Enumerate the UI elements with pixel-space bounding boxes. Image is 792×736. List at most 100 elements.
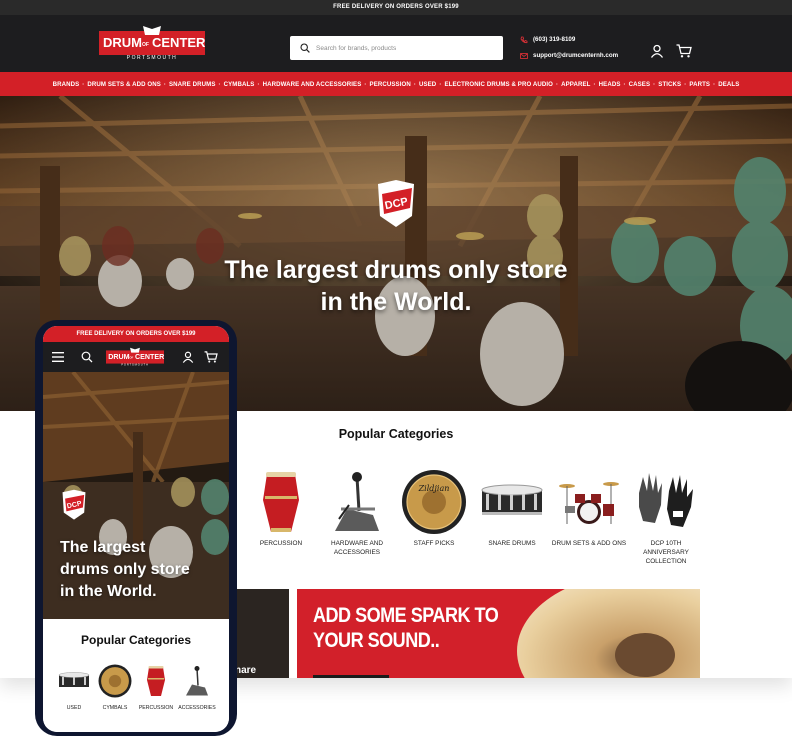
spark-promo-headline: ADD SOME SPARK TO YOUR SOUND..: [313, 603, 499, 653]
conga-icon: [263, 472, 299, 532]
mobile-category-label: PERCUSSION: [138, 705, 174, 711]
category-anniversary[interactable]: DCP 10TH ANNIVERSARY COLLECTION: [628, 467, 704, 566]
nav-separator: ·: [413, 80, 416, 88]
cart-icon[interactable]: [676, 44, 692, 58]
mobile-category-label: USED: [66, 705, 82, 711]
nav-separator: ·: [713, 80, 716, 88]
mobile-logo-center: CENTER: [135, 353, 164, 361]
nav-separator: ·: [218, 80, 221, 88]
nav-item-deals[interactable]: DEALS: [718, 81, 739, 88]
nav-item-percussion[interactable]: PERCUSSION: [370, 81, 411, 88]
mobile-category-accessories[interactable]: ACCESSORIES: [176, 663, 218, 711]
pedal-icon: [335, 472, 379, 531]
nav-item-apparel[interactable]: APPAREL: [561, 81, 590, 88]
logo-sub: PORTSMOUTH: [127, 55, 177, 61]
nav-item-sticks[interactable]: STICKS: [658, 81, 681, 88]
snare-icon: [481, 484, 543, 515]
nav-separator: ·: [684, 80, 687, 88]
spark-promo-banner[interactable]: ADD SOME SPARK TO YOUR SOUND..: [297, 589, 700, 678]
nav-separator: ·: [623, 80, 626, 88]
email-link[interactable]: support@drumcenternh.com: [520, 48, 618, 64]
mobile-hero-line3: in the World.: [60, 583, 157, 600]
category-hardware[interactable]: HARDWARE AND ACCESSORIES: [319, 467, 395, 557]
spark-line2: YOUR SOUND..: [313, 629, 440, 652]
gong-icon: [98, 664, 132, 698]
drum-center-logo[interactable]: DRUM OF CENTER PORTSMOUTH: [99, 25, 205, 61]
nav-item-cases[interactable]: CASES: [629, 81, 651, 88]
nav-separator: ·: [439, 80, 442, 88]
account-icon[interactable]: [650, 44, 664, 58]
logo-center: CENTER: [152, 35, 205, 50]
mobile-free-delivery-banner: FREE DELIVERY ON ORDERS OVER $199: [43, 326, 229, 342]
category-percussion[interactable]: PERCUSSION: [243, 467, 319, 548]
dcp-badge-icon: DCP: [378, 180, 414, 227]
mobile-category-used[interactable]: USED: [53, 663, 95, 711]
phone-icon: [520, 36, 528, 44]
category-label: HARDWARE AND ACCESSORIES: [331, 540, 383, 556]
gong-icon: Zildjian: [402, 470, 466, 534]
snare-promo-text: nare: [235, 665, 257, 676]
nav-item-drum-sets-add-ons[interactable]: DRUM SETS & ADD ONS: [87, 81, 160, 88]
nav-item-heads[interactable]: HEADS: [599, 81, 621, 88]
snare-icon: [58, 672, 90, 687]
nav-separator: ·: [364, 80, 367, 88]
main-navigation: BRANDS · DRUM SETS & ADD ONS · SNARE DRUMS · C…: [0, 72, 792, 96]
mobile-header: DRUM OF CENTER PORTSMOUTH: [43, 342, 229, 372]
mobile-logo-of: OF: [130, 356, 134, 360]
mobile-popular-title: Popular Categories: [80, 633, 192, 647]
logo-of: OF: [142, 42, 149, 48]
nav-item-hardware-and-accessories[interactable]: HARDWARE AND ACCESSORIES: [263, 81, 362, 88]
mobile-logo[interactable]: DRUM OF CENTER PORTSMOUTH: [106, 345, 164, 369]
mobile-phone-mockup: FREE DELIVERY ON ORDERS OVER $199 DRUM O…: [35, 320, 237, 736]
mobile-logo-sub: PORTSMOUTH: [121, 363, 149, 367]
mobile-popular-categories: Popular Categories USED CYMBALS PERCUSSI…: [43, 619, 229, 732]
nav-separator: ·: [556, 80, 559, 88]
mobile-category-label: ACCESSORIES: [178, 705, 216, 711]
mobile-hero-title: The largest drums only store in the Worl…: [60, 537, 190, 603]
search-placeholder: Search for brands, products: [316, 44, 397, 52]
nav-item-cymbals[interactable]: CYMBALS: [224, 81, 255, 88]
category-staff-picks[interactable]: Zildjian STAFF PICKS: [396, 467, 472, 548]
nav-item-electronic-drums-pro-audio[interactable]: ELECTRONIC DRUMS & PRO AUDIO: [444, 81, 553, 88]
search-input[interactable]: Search for brands, products: [290, 36, 503, 60]
category-label: DRUM SETS & ADD ONS: [551, 540, 627, 547]
category-label: STAFF PICKS: [413, 540, 455, 547]
hero-title: The largest drums only store in the Worl…: [0, 254, 792, 318]
mobile-logo-drum: DRUM: [108, 353, 129, 361]
nav-separator: ·: [653, 80, 656, 88]
search-icon: [300, 43, 310, 53]
drumset-icon: [559, 482, 619, 524]
nav-item-used[interactable]: USED: [419, 81, 436, 88]
mobile-hero: DCP The largest drums only store in the …: [43, 372, 229, 619]
menu-icon[interactable]: [52, 352, 64, 362]
mobile-account-icon[interactable]: [182, 351, 194, 363]
nav-separator: ·: [82, 80, 85, 88]
nav-separator: ·: [593, 80, 596, 88]
hero-title-line1: The largest drums only store: [224, 256, 568, 284]
mobile-category-percussion[interactable]: PERCUSSION: [135, 663, 177, 711]
nav-item-parts[interactable]: PARTS: [689, 81, 710, 88]
category-label: SNARE DRUMS: [488, 540, 536, 547]
mobile-hero-line1: The largest: [60, 539, 146, 556]
nav-separator: ·: [257, 80, 260, 88]
phone-link[interactable]: (603) 319-8109: [520, 32, 618, 48]
category-label: PERCUSSION: [259, 540, 303, 547]
logo-drum: DRUM: [103, 35, 142, 50]
email-address: support@drumcenternh.com: [533, 52, 619, 59]
nav-item-brands[interactable]: BRANDS: [53, 81, 80, 88]
category-drum-sets[interactable]: DRUM SETS & ADD ONS: [551, 467, 627, 548]
svg-text:Zildjian: Zildjian: [418, 484, 450, 493]
mobile-search-icon[interactable]: [81, 351, 93, 363]
mail-icon: [520, 53, 528, 59]
mobile-cart-icon[interactable]: [204, 351, 218, 363]
site-header: DRUM OF CENTER PORTSMOUTH Search for bra…: [0, 15, 792, 72]
mobile-category-cymbals[interactable]: CYMBALS: [94, 663, 136, 711]
spark-promo-button[interactable]: [313, 675, 389, 678]
category-snare-drums[interactable]: SNARE DRUMS: [474, 467, 550, 548]
free-delivery-banner: FREE DELIVERY ON ORDERS OVER $199: [0, 0, 792, 15]
mobile-category-label: CYMBALS: [102, 705, 128, 711]
spark-line1: ADD SOME SPARK TO: [313, 604, 499, 627]
category-label: DCP 10TH ANNIVERSARY COLLECTION: [643, 540, 689, 565]
nav-item-snare-drums[interactable]: SNARE DRUMS: [169, 81, 215, 88]
nav-separator: ·: [163, 80, 167, 88]
